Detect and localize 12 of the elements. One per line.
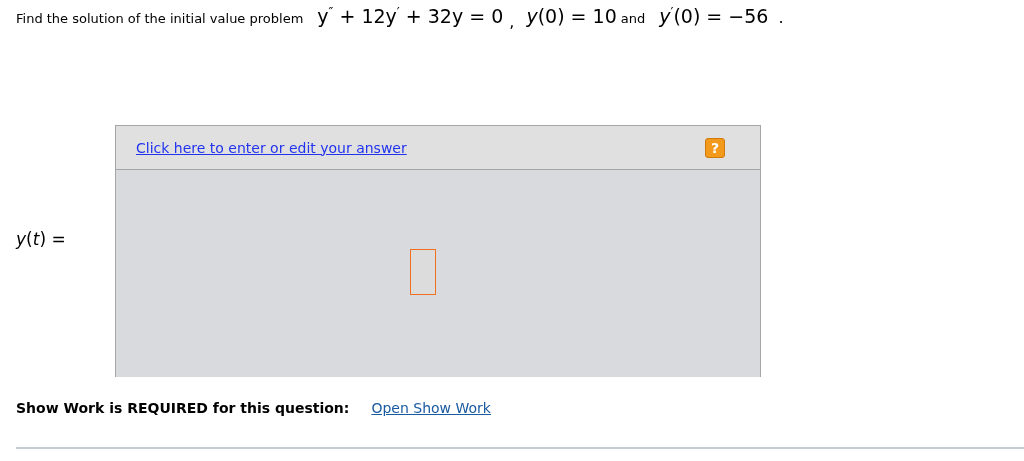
edit-answer-link[interactable]: Click here to enter or edit your answer	[136, 139, 407, 156]
initial-condition: y(0) = 10	[526, 5, 617, 28]
input-field[interactable]	[410, 249, 436, 295]
question-text: Find the solution of the initial value problem	[16, 11, 304, 27]
conjunction-text: and	[620, 11, 646, 27]
period: .	[778, 8, 784, 28]
show-work-text: Show Work is REQUIRED for this question:	[16, 400, 350, 416]
equation: y$^{″}$ + 12y$^{′}$ + 32y = 0	[317, 4, 504, 28]
initial-condition: y$^{′}$(0) = −56	[659, 4, 769, 28]
open-show-work-link[interactable]: Open Show Work	[371, 400, 491, 416]
answer-label: y(t) =	[16, 228, 67, 251]
comma: ,	[509, 12, 515, 32]
